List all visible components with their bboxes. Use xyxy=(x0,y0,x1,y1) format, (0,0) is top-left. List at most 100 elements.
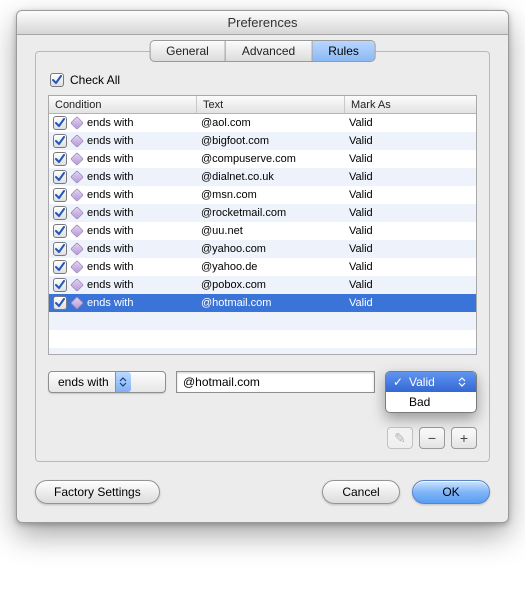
cell-text: @compuserve.com xyxy=(197,153,345,165)
cell-condition: ends with xyxy=(49,188,197,202)
ok-button[interactable]: OK xyxy=(412,480,490,504)
row-condition-text: ends with xyxy=(87,171,133,183)
table-row-empty xyxy=(49,330,476,348)
cell-mark: Valid xyxy=(345,297,476,309)
plus-icon: + xyxy=(460,430,468,446)
window-content: GeneralAdvancedRules Check All Condition… xyxy=(17,35,508,522)
mark-option-label: Bad xyxy=(409,395,430,409)
add-rule-button[interactable]: + xyxy=(451,427,477,449)
popup-arrows-icon xyxy=(456,377,468,387)
rule-icon xyxy=(70,242,84,256)
window-title: Preferences xyxy=(17,11,508,35)
row-checkbox[interactable] xyxy=(53,134,67,148)
row-checkbox[interactable] xyxy=(53,188,67,202)
rule-text-field[interactable] xyxy=(176,371,375,393)
row-checkbox[interactable] xyxy=(53,278,67,292)
row-checkbox[interactable] xyxy=(53,260,67,274)
cell-mark: Valid xyxy=(345,279,476,291)
cell-text: @dialnet.co.uk xyxy=(197,171,345,183)
edit-rule-button[interactable]: ✎ xyxy=(387,427,413,449)
row-condition-text: ends with xyxy=(87,225,133,237)
table-row[interactable]: ends with@compuserve.comValid xyxy=(49,150,476,168)
cell-mark: Valid xyxy=(345,225,476,237)
cell-condition: ends with xyxy=(49,242,197,256)
cell-text: @yahoo.de xyxy=(197,261,345,273)
rules-panel: GeneralAdvancedRules Check All Condition… xyxy=(35,51,490,462)
cell-text: @bigfoot.com xyxy=(197,135,345,147)
table-row[interactable]: ends with @uu.netValid xyxy=(49,222,476,240)
cell-condition: ends with xyxy=(49,206,197,220)
check-all-label: Check All xyxy=(70,73,120,87)
row-condition-text: ends with xyxy=(87,297,133,309)
check-all-checkbox[interactable] xyxy=(50,73,64,87)
cell-text: @hotmail.com xyxy=(197,297,345,309)
cell-mark: Valid xyxy=(345,135,476,147)
rule-action-buttons: ✎ − + xyxy=(48,427,477,449)
rule-icon xyxy=(70,224,84,238)
tab-rules[interactable]: Rules xyxy=(312,41,375,61)
cell-mark: Valid xyxy=(345,171,476,183)
cell-condition: ends with xyxy=(49,260,197,274)
popup-arrows-icon xyxy=(115,372,131,392)
pencil-icon: ✎ xyxy=(394,430,406,447)
tab-advanced[interactable]: Advanced xyxy=(226,41,312,61)
mark-option-valid[interactable]: ✓Valid xyxy=(386,372,476,392)
factory-settings-button[interactable]: Factory Settings xyxy=(35,480,160,504)
rule-editor: ends with ✓ValidBad xyxy=(48,371,477,393)
cell-condition: ends with xyxy=(49,170,197,184)
row-condition-text: ends with xyxy=(87,243,133,255)
tab-bar: GeneralAdvancedRules xyxy=(149,40,376,62)
cell-text: @uu.net xyxy=(197,225,345,237)
tab-general[interactable]: General xyxy=(150,41,226,61)
table-row[interactable]: ends with @dialnet.co.ukValid xyxy=(49,168,476,186)
table-row[interactable]: ends with@rocketmail.comValid xyxy=(49,204,476,222)
table-row-empty xyxy=(49,312,476,330)
table-header: Condition Text Mark As xyxy=(49,96,476,114)
row-checkbox[interactable] xyxy=(53,152,67,166)
row-checkbox[interactable] xyxy=(53,296,67,310)
dialog-footer: Factory Settings Cancel OK xyxy=(35,480,490,504)
condition-popup[interactable]: ends with xyxy=(48,371,166,393)
row-condition-text: ends with xyxy=(87,153,133,165)
column-text[interactable]: Text xyxy=(197,96,345,113)
row-checkbox[interactable] xyxy=(53,224,67,238)
cell-text: @yahoo.com xyxy=(197,243,345,255)
column-condition[interactable]: Condition xyxy=(49,96,197,113)
row-condition-text: ends with xyxy=(87,117,133,129)
cell-mark: Valid xyxy=(345,189,476,201)
rule-icon xyxy=(70,206,84,220)
table-body: ends with@aol.comValidends with@bigfoot.… xyxy=(49,114,476,355)
rule-icon xyxy=(70,188,84,202)
mark-option-bad[interactable]: Bad xyxy=(386,392,476,412)
rule-icon xyxy=(70,260,84,274)
rule-icon xyxy=(70,296,84,310)
cell-mark: Valid xyxy=(345,117,476,129)
row-checkbox[interactable] xyxy=(53,170,67,184)
cancel-button[interactable]: Cancel xyxy=(322,480,400,504)
table-row[interactable]: ends with @yahoo.deValid xyxy=(49,258,476,276)
row-condition-text: ends with xyxy=(87,261,133,273)
rule-icon xyxy=(70,152,84,166)
column-mark[interactable]: Mark As xyxy=(345,96,476,113)
row-condition-text: ends with xyxy=(87,207,133,219)
cell-mark: Valid xyxy=(345,261,476,273)
row-checkbox[interactable] xyxy=(53,116,67,130)
remove-rule-button[interactable]: − xyxy=(419,427,445,449)
table-row[interactable]: ends with@pobox.comValid xyxy=(49,276,476,294)
check-all-row: Check All xyxy=(50,73,477,87)
row-condition-text: ends with xyxy=(87,135,133,147)
table-row[interactable]: ends with@aol.comValid xyxy=(49,114,476,132)
minus-icon: − xyxy=(428,430,436,446)
row-condition-text: ends with xyxy=(87,189,133,201)
row-checkbox[interactable] xyxy=(53,242,67,256)
condition-popup-value: ends with xyxy=(58,375,109,389)
table-row[interactable]: ends with@yahoo.comValid xyxy=(49,240,476,258)
cell-text: @msn.com xyxy=(197,189,345,201)
rule-icon xyxy=(70,116,84,130)
cell-condition: ends with xyxy=(49,296,197,310)
table-row[interactable]: ends with @bigfoot.comValid xyxy=(49,132,476,150)
rule-icon xyxy=(70,278,84,292)
row-checkbox[interactable] xyxy=(53,206,67,220)
table-row[interactable]: ends with @hotmail.comValid xyxy=(49,294,476,312)
table-row[interactable]: ends with @msn.comValid xyxy=(49,186,476,204)
